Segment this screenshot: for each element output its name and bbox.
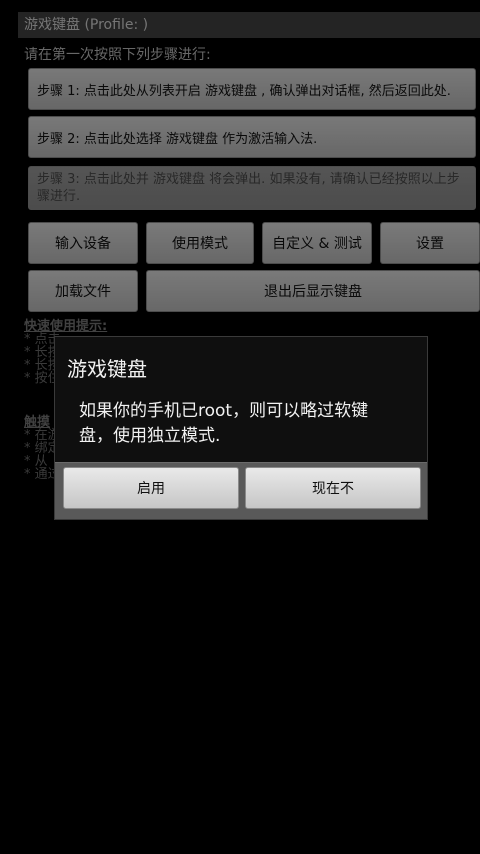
dialog-title: 游戏键盘 <box>67 357 147 381</box>
root-mode-dialog: 游戏键盘 如果你的手机已root，则可以略过软键盘，使用独立模式. 启用 现在不 <box>54 336 428 520</box>
app-screen: 游戏键盘 (Profile: ) 请在第一次按照下列步骤进行: 步骤 1: 点击… <box>0 0 480 854</box>
dialog-message: 如果你的手机已root，则可以略过软键盘，使用独立模式. <box>79 401 369 446</box>
dialog-button-bar: 启用 现在不 <box>55 462 427 519</box>
enable-button[interactable]: 启用 <box>63 467 239 509</box>
not-now-button[interactable]: 现在不 <box>245 467 421 509</box>
